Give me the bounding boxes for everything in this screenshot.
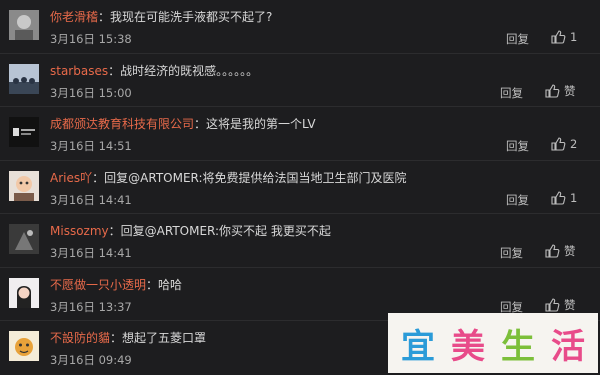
comment-text: :将免费提供给法国当地卫生部门及医院 <box>198 170 407 185</box>
timestamp: 3月16日 14:41 <box>50 246 132 260</box>
comment-item: 成都颁达教育科技有限公司：这将是我的第一个LV 3月16日 14:51 回复 2 <box>0 107 600 161</box>
timestamp: 3月16日 13:37 <box>50 299 132 314</box>
comment-line: 不設防的貓：想起了五菱口罩 <box>50 329 206 346</box>
thumbs-up-icon <box>551 30 566 44</box>
comment-text: :你买不起 我更买不起 <box>215 224 331 238</box>
comment-text: 这将是我的第一个LV <box>206 117 316 131</box>
like-count: 1 <box>570 190 578 205</box>
username[interactable]: 不愿做一只小透明 <box>50 278 146 292</box>
mention-link[interactable]: @ARTOMER <box>128 171 198 185</box>
thumbs-up-icon <box>551 190 566 205</box>
timestamp: 3月16日 15:38 <box>50 32 132 46</box>
username[interactable]: starbases <box>50 64 108 78</box>
watermark-char: 生 <box>501 326 535 367</box>
timestamp: 3月16日 15:00 <box>50 85 132 100</box>
comment-line: Missozmy：回复@ARTOMER:你买不起 我更买不起 <box>50 222 331 239</box>
username[interactable]: 你老滑稽 <box>50 10 98 24</box>
reply-button[interactable]: 回复 <box>500 245 523 261</box>
like-button[interactable]: 赞 <box>544 297 576 313</box>
watermark-char: 活 <box>551 326 585 367</box>
watermark-char: 美 <box>451 326 485 367</box>
comment-text: 战时经济的既视感。。。。。。 <box>120 63 259 78</box>
avatar[interactable] <box>9 10 39 40</box>
comment-line: 不愿做一只小透明：哈哈 <box>50 276 182 293</box>
mention-link[interactable]: @ARTOMER <box>145 224 215 238</box>
separator: ： <box>108 224 121 238</box>
separator: ： <box>110 331 123 345</box>
watermark-logo: 宜 美 生 活 <box>388 313 598 373</box>
reply-button[interactable]: 回复 <box>506 138 529 154</box>
reply-button[interactable]: 回复 <box>506 31 529 47</box>
username[interactable]: 成都颁达教育科技有限公司 <box>50 117 194 131</box>
separator: ： <box>92 170 105 185</box>
like-count: 赞 <box>564 297 576 312</box>
timestamp: 3月16日 14:41 <box>50 192 132 207</box>
thumbs-up-icon <box>551 137 566 151</box>
comment-item: Aries吖：回复@ARTOMER:将免费提供给法国当地卫生部门及医院 3月16… <box>0 161 600 214</box>
like-count: 赞 <box>564 83 576 98</box>
like-button[interactable]: 2 <box>550 136 577 152</box>
separator: ： <box>194 117 207 131</box>
timestamp: 3月16日 14:51 <box>50 139 132 153</box>
comment-item: Missozmy：回复@ARTOMER:你买不起 我更买不起 3月16日 14:… <box>0 214 600 268</box>
comment-text: 想起了五菱口罩 <box>122 331 207 345</box>
reply-prefix: 回复 <box>120 224 145 238</box>
reply-button[interactable]: 回复 <box>506 192 529 208</box>
avatar[interactable] <box>9 224 39 254</box>
avatar[interactable] <box>9 117 39 147</box>
thumbs-up-icon <box>545 297 560 312</box>
avatar[interactable] <box>9 170 39 201</box>
avatar[interactable] <box>9 331 39 361</box>
comment-line: 你老滑稽：我现在可能洗手液都买不起了? <box>50 8 272 25</box>
avatar[interactable] <box>9 63 39 94</box>
thumbs-up-icon <box>545 244 560 258</box>
separator: ： <box>108 63 121 78</box>
comment-text: 我现在可能洗手液都买不起了? <box>110 10 273 24</box>
reply-button[interactable]: 回复 <box>500 85 523 101</box>
like-button[interactable]: 1 <box>550 190 577 206</box>
separator: ： <box>146 277 159 292</box>
like-button[interactable]: 赞 <box>544 83 576 99</box>
like-button[interactable]: 1 <box>550 29 577 45</box>
username[interactable]: Aries吖 <box>50 171 92 185</box>
like-count: 2 <box>570 137 578 151</box>
avatar[interactable] <box>9 277 39 308</box>
comment-line: starbases：战时经济的既视感。。。。。。 <box>50 62 258 79</box>
reply-prefix: 回复 <box>104 170 129 185</box>
timestamp: 3月16日 09:49 <box>50 353 132 367</box>
comment-item: starbases：战时经济的既视感。。。。。。 3月16日 15:00 回复 … <box>0 54 600 107</box>
comment-line: 成都颁达教育科技有限公司：这将是我的第一个LV <box>50 115 316 132</box>
comment-text: 哈哈 <box>158 277 183 292</box>
comment-item: 你老滑稽：我现在可能洗手液都买不起了? 3月16日 15:38 回复 1 <box>0 0 600 54</box>
username[interactable]: Missozmy <box>50 224 109 238</box>
username[interactable]: 不設防的貓 <box>50 331 110 345</box>
watermark-char: 宜 <box>401 326 435 367</box>
like-count: 赞 <box>564 244 576 258</box>
comment-line: Aries吖：回复@ARTOMER:将免费提供给法国当地卫生部门及医院 <box>50 169 407 186</box>
like-count: 1 <box>570 30 578 44</box>
thumbs-up-icon <box>545 83 560 98</box>
like-button[interactable]: 赞 <box>544 243 576 259</box>
separator: ： <box>98 10 111 24</box>
